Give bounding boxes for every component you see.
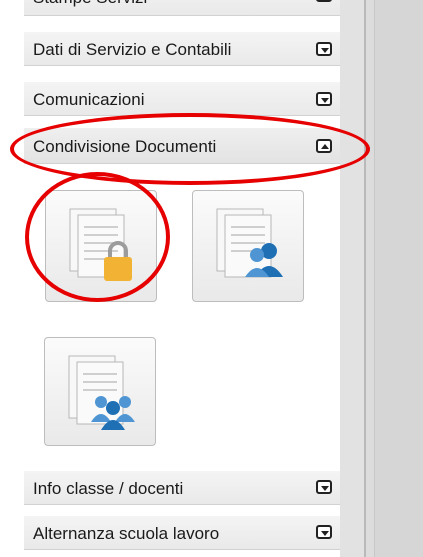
splitter-left-strip (340, 0, 364, 557)
menu-item-label: Condivisione Documenti (33, 137, 217, 156)
shared-documents-group-tile[interactable] (44, 337, 156, 446)
menu-item-condivisione-documenti[interactable]: Condivisione Documenti (24, 128, 340, 164)
shared-documents-private-tile[interactable] (45, 190, 157, 302)
menu-item-label: Stampe Servizi (33, 0, 147, 8)
menu-item-label: Dati di Servizio e Contabili (33, 40, 232, 59)
menu-item-top-partial[interactable]: Stampe Servizi (24, 0, 340, 16)
chevron-down-icon[interactable] (316, 525, 332, 539)
menu-item-info-classe[interactable]: Info classe / docenti (24, 471, 340, 505)
content-area (375, 0, 423, 557)
document-user-icon (216, 208, 283, 278)
chevron-down-icon[interactable] (316, 0, 332, 2)
menu-item-dati-servizio[interactable]: Dati di Servizio e Contabili (24, 32, 340, 66)
splitter-handle[interactable] (366, 0, 374, 557)
document-lock-icon (69, 208, 132, 281)
menu-item-label: Info classe / docenti (33, 479, 184, 498)
menu-item-alternanza[interactable]: Alternanza scuola lavoro (24, 516, 340, 550)
chevron-down-icon[interactable] (316, 42, 332, 56)
shared-documents-user-tile[interactable] (192, 190, 304, 302)
menu-item-label: Comunicazioni (33, 90, 145, 109)
chevron-down-icon[interactable] (316, 480, 332, 494)
chevron-down-icon[interactable] (316, 92, 332, 106)
chevron-up-icon[interactable] (316, 139, 332, 153)
document-group-icon (68, 355, 135, 430)
menu-item-label: Alternanza scuola lavoro (33, 524, 220, 543)
menu-item-comunicazioni[interactable]: Comunicazioni (24, 82, 340, 116)
